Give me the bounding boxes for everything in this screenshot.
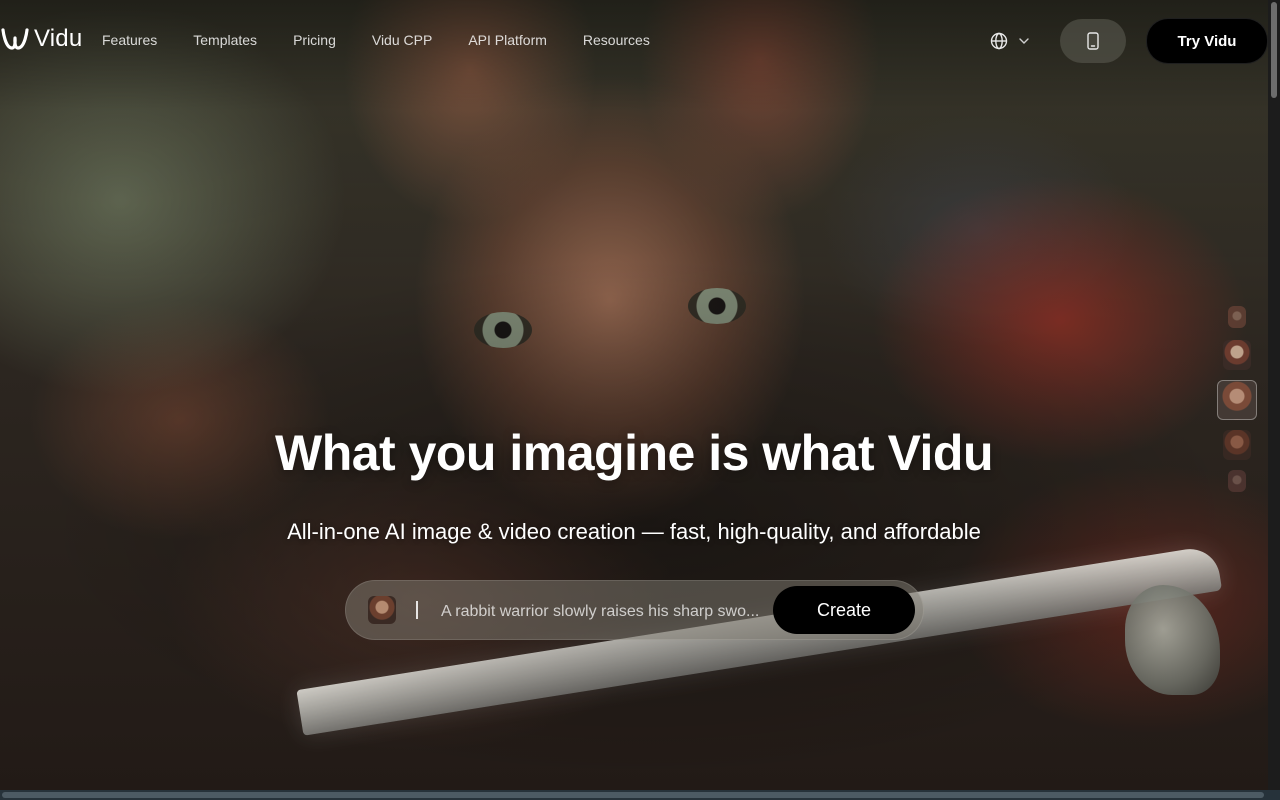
create-button[interactable]: Create xyxy=(773,586,915,634)
carousel-thumbnail[interactable] xyxy=(1223,340,1251,370)
background-overlay xyxy=(0,0,1280,800)
hero-subtitle: All-in-one AI image & video creation — f… xyxy=(287,519,981,544)
page: Vidu Features Templates Pricing Vidu CPP… xyxy=(0,0,1280,800)
vertical-scrollbar-thumb[interactable] xyxy=(1271,2,1277,98)
horizontal-scrollbar-thumb[interactable] xyxy=(2,792,1264,798)
header-actions: Try Vidu xyxy=(990,18,1268,64)
main-nav: Features Templates Pricing Vidu CPP API … xyxy=(102,30,650,50)
brand-name: Vidu xyxy=(34,25,83,52)
horizontal-scrollbar[interactable] xyxy=(0,790,1280,800)
nav-api-platform[interactable]: API Platform xyxy=(468,30,547,50)
nav-resources[interactable]: Resources xyxy=(583,30,650,50)
mobile-app-button[interactable] xyxy=(1060,19,1126,63)
nav-vidu-cpp[interactable]: Vidu CPP xyxy=(372,30,432,50)
prompt-bar: A rabbit warrior slowly raises his sharp… xyxy=(345,580,924,640)
carousel-thumbnail[interactable] xyxy=(1223,430,1251,460)
vertical-scrollbar[interactable] xyxy=(1268,0,1280,790)
language-selector[interactable] xyxy=(990,32,1030,50)
try-vidu-button[interactable]: Try Vidu xyxy=(1146,18,1268,64)
prompt-input[interactable]: A rabbit warrior slowly raises his sharp… xyxy=(441,602,771,622)
brand-logo[interactable]: Vidu xyxy=(0,24,82,54)
nav-features[interactable]: Features xyxy=(102,30,157,50)
chevron-down-icon xyxy=(1019,38,1029,44)
thumbnail-rail xyxy=(1216,304,1258,494)
nav-pricing[interactable]: Pricing xyxy=(293,30,336,50)
vidu-logo-icon xyxy=(1,28,29,50)
carousel-thumbnail[interactable] xyxy=(1228,470,1246,492)
carousel-thumbnail-active[interactable] xyxy=(1217,380,1257,420)
hero-title: What you imagine is what Vidu xyxy=(275,425,994,481)
text-cursor xyxy=(416,601,418,619)
site-header: Vidu Features Templates Pricing Vidu CPP… xyxy=(0,0,1280,80)
mobile-phone-icon xyxy=(1087,32,1099,50)
globe-icon xyxy=(990,32,1008,50)
prompt-reference-image[interactable] xyxy=(368,596,396,624)
nav-templates[interactable]: Templates xyxy=(193,30,257,50)
carousel-thumbnail[interactable] xyxy=(1228,306,1246,328)
